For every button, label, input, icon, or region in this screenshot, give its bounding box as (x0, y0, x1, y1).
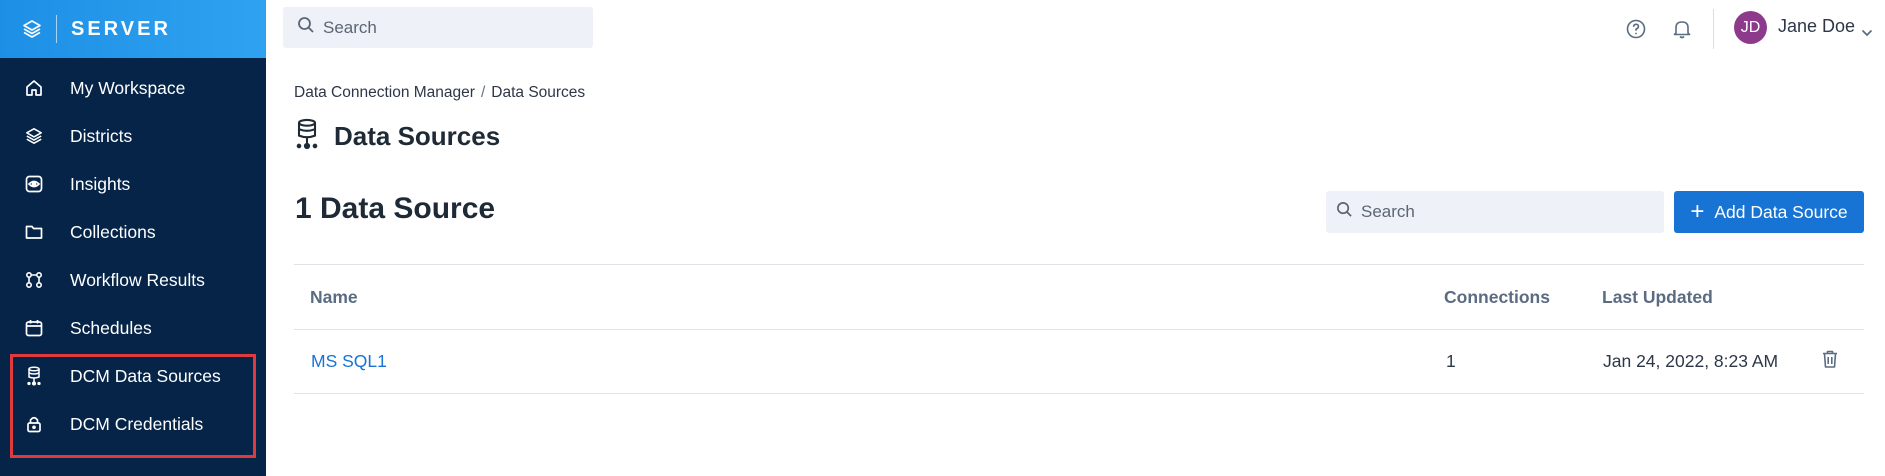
brand-divider (56, 15, 57, 43)
plus-icon: + (1690, 198, 1705, 225)
brand-name: SERVER (71, 17, 171, 40)
table-row[interactable]: MS SQL1 1 Jan 24, 2022, 8:23 AM (294, 330, 1864, 394)
sidebar-item-label: Insights (70, 173, 131, 194)
breadcrumb-current: Data Sources (491, 84, 586, 101)
calendar-icon (24, 318, 44, 338)
sidebar-item-insights[interactable]: Insights (0, 160, 266, 208)
sidebar-item-districts[interactable]: Districts (0, 112, 266, 160)
page-title: Data Sources (334, 121, 501, 151)
eye-icon (24, 174, 44, 194)
connections-count: 1 (1446, 351, 1456, 371)
column-header-name[interactable]: Name (310, 287, 358, 308)
home-icon (24, 78, 44, 98)
sidebar-item-label: My Workspace (70, 77, 186, 98)
page-header: Data Sources (294, 118, 500, 155)
sidebar-item-label: Collections (70, 221, 156, 242)
avatar[interactable]: JD (1734, 11, 1767, 44)
sidebar-item-schedules[interactable]: Schedules (0, 304, 266, 352)
layers-icon (22, 18, 44, 40)
sidebar: SERVER My Workspace Districts Insights C… (0, 0, 266, 476)
chevron-down-icon[interactable] (1861, 24, 1873, 42)
data-sources-table: Name Connections Last Updated MS SQL1 1 … (294, 264, 1864, 394)
breadcrumb: Data Connection Manager / Data Sources (294, 84, 585, 102)
breadcrumb-parent[interactable]: Data Connection Manager (294, 84, 475, 102)
column-header-connections[interactable]: Connections (1444, 287, 1550, 308)
bell-icon[interactable] (1673, 19, 1691, 44)
top-bar: JD Jane Doe (266, 0, 1885, 58)
sidebar-item-workflow-results[interactable]: Workflow Results (0, 256, 266, 304)
global-search[interactable] (283, 7, 593, 48)
search-icon (297, 16, 315, 39)
folder-icon (24, 222, 44, 242)
sidebar-item-label: Districts (70, 125, 133, 146)
user-name[interactable]: Jane Doe (1778, 16, 1855, 37)
sidebar-item-my-workspace[interactable]: My Workspace (0, 64, 266, 112)
topbar-divider (1713, 9, 1714, 49)
table-search[interactable] (1326, 191, 1664, 233)
table-header: Name Connections Last Updated (294, 264, 1864, 330)
sidebar-item-collections[interactable]: Collections (0, 208, 266, 256)
sidebar-item-label: Workflow Results (70, 269, 205, 290)
workflow-icon (24, 270, 44, 290)
breadcrumb-separator: / (480, 84, 486, 101)
result-count: 1 Data Source (295, 192, 496, 225)
main-content: Data Connection Manager / Data Sources D… (266, 58, 1885, 476)
sidebar-item-label: Schedules (70, 317, 152, 338)
trash-icon[interactable] (1821, 349, 1839, 374)
add-data-source-button[interactable]: + Add Data Source (1674, 191, 1864, 233)
layers-icon (24, 126, 44, 146)
help-icon[interactable] (1626, 19, 1646, 44)
last-updated: Jan 24, 2022, 8:23 AM (1603, 351, 1779, 371)
add-data-source-label: Add Data Source (1714, 201, 1848, 222)
column-header-last-updated[interactable]: Last Updated (1602, 287, 1713, 308)
highlight-box (10, 354, 256, 458)
table-search-input[interactable] (1361, 202, 1661, 222)
search-icon (1336, 201, 1353, 223)
data-source-name-link[interactable]: MS SQL1 (311, 351, 387, 372)
global-search-input[interactable] (323, 17, 573, 38)
brand-header[interactable]: SERVER (0, 0, 266, 58)
database-icon (294, 118, 320, 155)
